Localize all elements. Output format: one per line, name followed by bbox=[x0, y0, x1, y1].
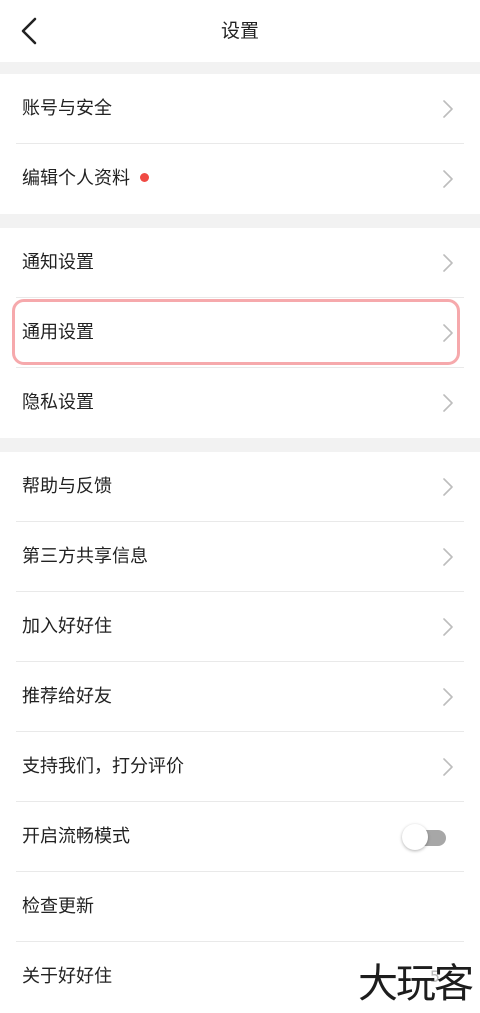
settings-item-label: 通知设置 bbox=[22, 252, 94, 273]
settings-item-label: 检查更新 bbox=[22, 896, 94, 917]
settings-item-label: 账号与安全 bbox=[22, 98, 112, 119]
settings-item-edit-profile[interactable]: 编辑个人资料 bbox=[0, 144, 480, 214]
smooth-mode-toggle[interactable] bbox=[402, 824, 446, 850]
chevron-right-icon bbox=[443, 254, 453, 272]
chevron-right-icon bbox=[443, 100, 453, 118]
settings-item-label: 加入好好住 bbox=[22, 616, 112, 637]
settings-item-label: 帮助与反馈 bbox=[22, 476, 112, 497]
section-gap bbox=[0, 214, 480, 228]
chevron-right-icon bbox=[443, 548, 453, 566]
chevron-right-icon bbox=[443, 394, 453, 412]
settings-item-smooth-mode: 开启流畅模式 bbox=[0, 802, 480, 872]
notification-badge bbox=[140, 172, 149, 182]
settings-item-rate[interactable]: 支持我们，打分评价 bbox=[0, 732, 480, 802]
settings-item-label: 通用设置 bbox=[22, 322, 94, 343]
chevron-right-icon bbox=[443, 324, 453, 342]
settings-item-label: 支持我们，打分评价 bbox=[22, 756, 184, 777]
settings-item-label: 编辑个人资料 bbox=[22, 168, 130, 189]
settings-item-recommend[interactable]: 推荐给好友 bbox=[0, 662, 480, 732]
settings-item-label: 关于好好住 bbox=[22, 966, 112, 987]
section-gap bbox=[0, 62, 480, 74]
chevron-right-icon bbox=[443, 688, 453, 706]
settings-item-label: 推荐给好友 bbox=[22, 686, 112, 707]
toggle-knob bbox=[402, 824, 428, 850]
settings-item-account-security[interactable]: 账号与安全 bbox=[0, 74, 480, 144]
settings-item-third-party-sharing[interactable]: 第三方共享信息 bbox=[0, 522, 480, 592]
settings-item-help-feedback[interactable]: 帮助与反馈 bbox=[0, 452, 480, 522]
settings-item-join[interactable]: 加入好好住 bbox=[0, 592, 480, 662]
page-title: 设置 bbox=[220, 20, 259, 42]
settings-item-privacy[interactable]: 隐私设置 bbox=[0, 368, 480, 438]
settings-item-check-update[interactable]: 检查更新 bbox=[0, 872, 480, 942]
chevron-right-icon bbox=[443, 758, 453, 776]
watermark: 大玩客 bbox=[358, 961, 474, 1007]
settings-item-notification[interactable]: 通知设置 bbox=[0, 228, 480, 298]
settings-item-label: 隐私设置 bbox=[22, 392, 94, 413]
nav-bar: 设置 bbox=[0, 0, 480, 62]
settings-item-general[interactable]: 通用设置 bbox=[0, 298, 480, 368]
section-gap bbox=[0, 438, 480, 452]
settings-item-label: 开启流畅模式 bbox=[22, 826, 130, 847]
chevron-right-icon bbox=[443, 170, 453, 188]
settings-item-label: 第三方共享信息 bbox=[22, 546, 148, 567]
chevron-right-icon bbox=[443, 478, 453, 496]
chevron-right-icon bbox=[443, 618, 453, 636]
settings-item-label-wrap: 编辑个人资料 bbox=[22, 144, 149, 214]
settings-list: 账号与安全 编辑个人资料 通知设置 通用设置 隐私设置 帮助与反馈 第三方共享信… bbox=[0, 62, 480, 1012]
